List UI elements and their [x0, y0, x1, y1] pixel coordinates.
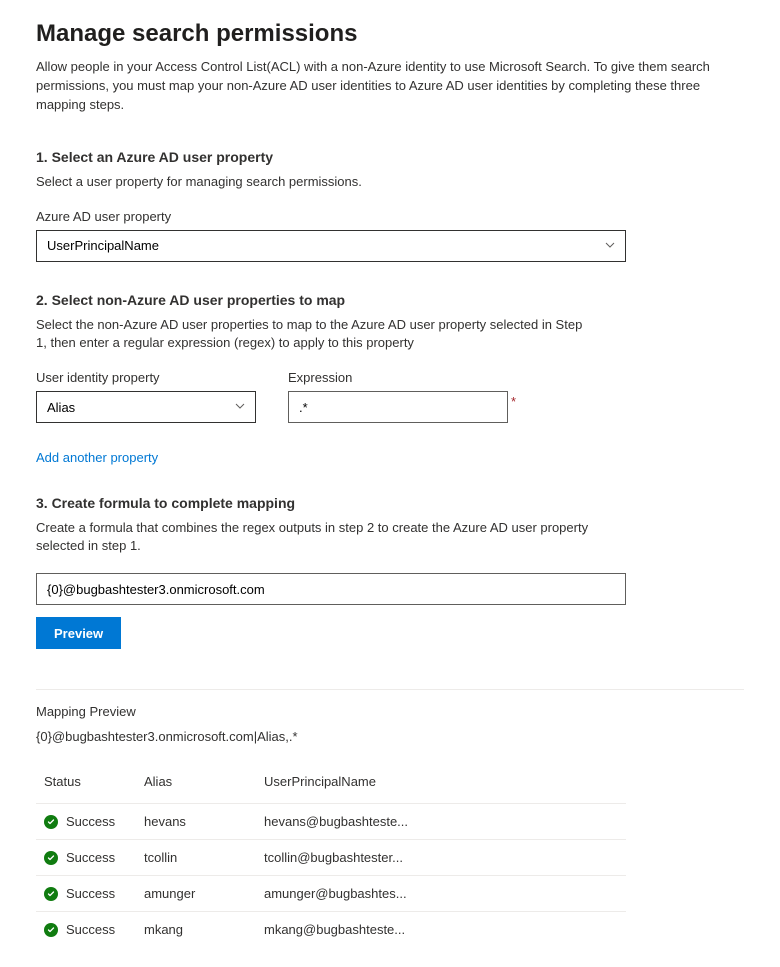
alias-cell: mkang — [136, 912, 256, 948]
table-row: Success tcollintcollin@bugbashtester... — [36, 840, 626, 876]
page-intro: Allow people in your Access Control List… — [36, 58, 744, 115]
col-alias: Alias — [136, 764, 256, 804]
mapping-preview-subtext: {0}@bugbashtester3.onmicrosoft.com|Alias… — [36, 729, 744, 744]
alias-cell: hevans — [136, 804, 256, 840]
upn-cell: amunger@bugbashtes... — [256, 876, 626, 912]
upn-cell: tcollin@bugbashtester... — [256, 840, 626, 876]
azure-ad-property-label: Azure AD user property — [36, 209, 744, 224]
mapping-preview-heading: Mapping Preview — [36, 704, 744, 719]
upn-cell: mkang@bugbashteste... — [256, 912, 626, 948]
table-row: Success mkangmkang@bugbashteste... — [36, 912, 626, 948]
step1-desc: Select a user property for managing sear… — [36, 173, 596, 191]
success-icon — [44, 923, 58, 937]
formula-input[interactable] — [36, 573, 626, 605]
preview-table: Status Alias UserPrincipalName Success he… — [36, 764, 626, 947]
upn-cell: hevans@bugbashteste... — [256, 804, 626, 840]
success-icon — [44, 887, 58, 901]
identity-property-select[interactable] — [36, 391, 256, 423]
table-row: Success hevanshevans@bugbashteste... — [36, 804, 626, 840]
required-mark: * — [511, 394, 516, 409]
step3-desc: Create a formula that combines the regex… — [36, 519, 596, 555]
success-icon — [44, 815, 58, 829]
table-row: Success amungeramunger@bugbashtes... — [36, 876, 626, 912]
success-icon — [44, 851, 58, 865]
alias-cell: amunger — [136, 876, 256, 912]
page-title: Manage search permissions — [36, 20, 744, 48]
expression-input[interactable] — [288, 391, 508, 423]
azure-ad-property-select[interactable] — [36, 230, 626, 262]
add-another-property-link[interactable]: Add another property — [36, 450, 158, 465]
status-text: Success — [66, 814, 115, 829]
alias-cell: tcollin — [136, 840, 256, 876]
step3-heading: 3. Create formula to complete mapping — [36, 495, 744, 511]
divider — [36, 689, 744, 690]
status-text: Success — [66, 922, 115, 937]
col-status: Status — [36, 764, 136, 804]
step1-heading: 1. Select an Azure AD user property — [36, 149, 744, 165]
preview-button[interactable]: Preview — [36, 617, 121, 649]
col-upn: UserPrincipalName — [256, 764, 626, 804]
status-text: Success — [66, 886, 115, 901]
step2-heading: 2. Select non-Azure AD user properties t… — [36, 292, 744, 308]
identity-property-label: User identity property — [36, 370, 256, 385]
expression-label: Expression — [288, 370, 516, 385]
step2-desc: Select the non-Azure AD user properties … — [36, 316, 596, 352]
status-text: Success — [66, 850, 115, 865]
